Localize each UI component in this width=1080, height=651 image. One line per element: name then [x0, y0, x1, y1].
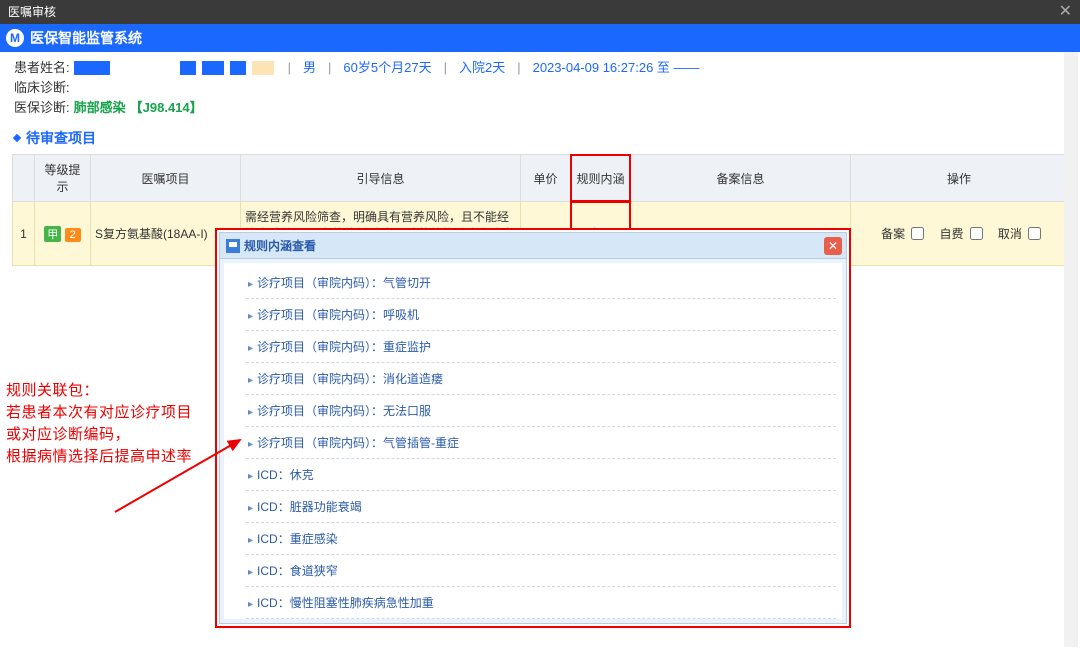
patient-info: 患者姓名: | 男 | 60岁5个月27天 | 入院2天 | 2023-04-0…: [0, 52, 1080, 124]
patient-time: 2023-04-09 16:27:26 至 ——: [533, 58, 700, 78]
badge-level: 2: [65, 228, 81, 242]
patient-age: 60岁5个月27天: [343, 58, 431, 78]
ins-diag-value: 肺部感染: [74, 98, 126, 118]
th-item: 医嘱项目: [91, 155, 241, 202]
rule-item[interactable]: 诊疗项目（审院内码）：消化道造瘘: [246, 363, 836, 395]
th-level: 等级提示: [35, 155, 91, 202]
patient-gender: 男: [303, 58, 316, 78]
rule-item[interactable]: ICD：食道狭窄: [246, 555, 836, 587]
rule-item[interactable]: ICD：脏器功能衰竭: [246, 491, 836, 523]
op-self[interactable]: 自费: [935, 225, 982, 242]
th-guide: 引导信息: [241, 155, 521, 202]
save-icon: [226, 239, 240, 253]
th-idx: [13, 155, 35, 202]
annotation-line: 根据病情选择后提高申述率: [6, 446, 192, 468]
system-header: M 医保智能监管系统: [0, 24, 1080, 52]
rule-item[interactable]: 诊疗项目（审院内码）：呼吸机: [246, 299, 836, 331]
rule-item[interactable]: ICD：重症感染: [246, 523, 836, 555]
ins-diag-code: 【J98.414】: [130, 98, 203, 118]
op-memo[interactable]: 备案: [877, 225, 924, 242]
close-icon[interactable]: ✕: [824, 237, 842, 255]
rule-popup-header: 规则内涵查看: [220, 233, 846, 259]
close-icon[interactable]: ✕: [1059, 0, 1072, 24]
op-cancel[interactable]: 取消: [994, 225, 1041, 242]
annotation-text: 规则关联包： 若患者本次有对应诊疗项目 或对应诊断编码， 根据病情选择后提高申述…: [6, 380, 192, 468]
cancel-checkbox[interactable]: [1028, 227, 1041, 240]
rule-item[interactable]: 诊疗项目（审院内码）：气管插管-重症: [246, 427, 836, 459]
logo-icon: M: [6, 29, 24, 47]
system-name: 医保智能监管系统: [30, 28, 142, 48]
redacted-block: [202, 61, 224, 75]
th-ops: 操作: [851, 155, 1068, 202]
section-title-text: 待审查项目: [26, 128, 96, 148]
window-title: 医嘱审核: [8, 0, 56, 24]
cell-level: 甲 2: [35, 202, 91, 266]
rule-popup-highlight: 规则内涵查看 ✕ 诊疗项目（审院内码）：气管切开 诊疗项目（审院内码）：呼吸机 …: [215, 228, 851, 628]
rule-item[interactable]: ICD：休克: [246, 459, 836, 491]
th-price: 单价: [521, 155, 571, 202]
redacted-block: [230, 61, 246, 75]
scrollbar[interactable]: [1064, 52, 1078, 647]
rule-popup-body[interactable]: 诊疗项目（审院内码）：气管切开 诊疗项目（审院内码）：呼吸机 诊疗项目（审院内码…: [224, 263, 842, 619]
badge-class: 甲: [44, 226, 61, 242]
diamond-icon: [13, 134, 21, 142]
rule-popup: 规则内涵查看 ✕ 诊疗项目（审院内码）：气管切开 诊疗项目（审院内码）：呼吸机 …: [219, 232, 847, 624]
redacted-block: [180, 61, 196, 75]
rule-item[interactable]: 诊疗项目（审院内码）：无法口服: [246, 395, 836, 427]
rule-item[interactable]: 诊疗项目（审院内码）：气管切开: [246, 267, 836, 299]
window-titlebar: 医嘱审核 ✕: [0, 0, 1080, 24]
cell-ops: 备案 自费 取消: [851, 202, 1068, 266]
patient-stay: 入院2天: [459, 58, 505, 78]
annotation-line: 规则关联包：: [6, 380, 192, 402]
cell-idx: 1: [13, 202, 35, 266]
rule-item[interactable]: ICD：慢性阻塞性肺疾病急性加重: [246, 587, 836, 619]
redacted-block: [74, 61, 110, 75]
clinical-diag-label: 临床诊断:: [14, 78, 70, 98]
annotation-line: 或对应诊断编码，: [6, 424, 192, 446]
th-rule: 规则内涵: [571, 155, 631, 202]
redacted-block: [252, 61, 274, 75]
annotation-line: 若患者本次有对应诊疗项目: [6, 402, 192, 424]
section-title: 待审查项目: [0, 124, 1080, 154]
rule-popup-title: 规则内涵查看: [244, 237, 316, 254]
ins-diag-label: 医保诊断:: [14, 98, 70, 118]
self-checkbox[interactable]: [970, 227, 983, 240]
patient-name-label: 患者姓名:: [14, 58, 70, 78]
memo-checkbox[interactable]: [911, 227, 924, 240]
rule-item[interactable]: 诊疗项目（审院内码）：重症监护: [246, 331, 836, 363]
th-memo: 备案信息: [631, 155, 851, 202]
